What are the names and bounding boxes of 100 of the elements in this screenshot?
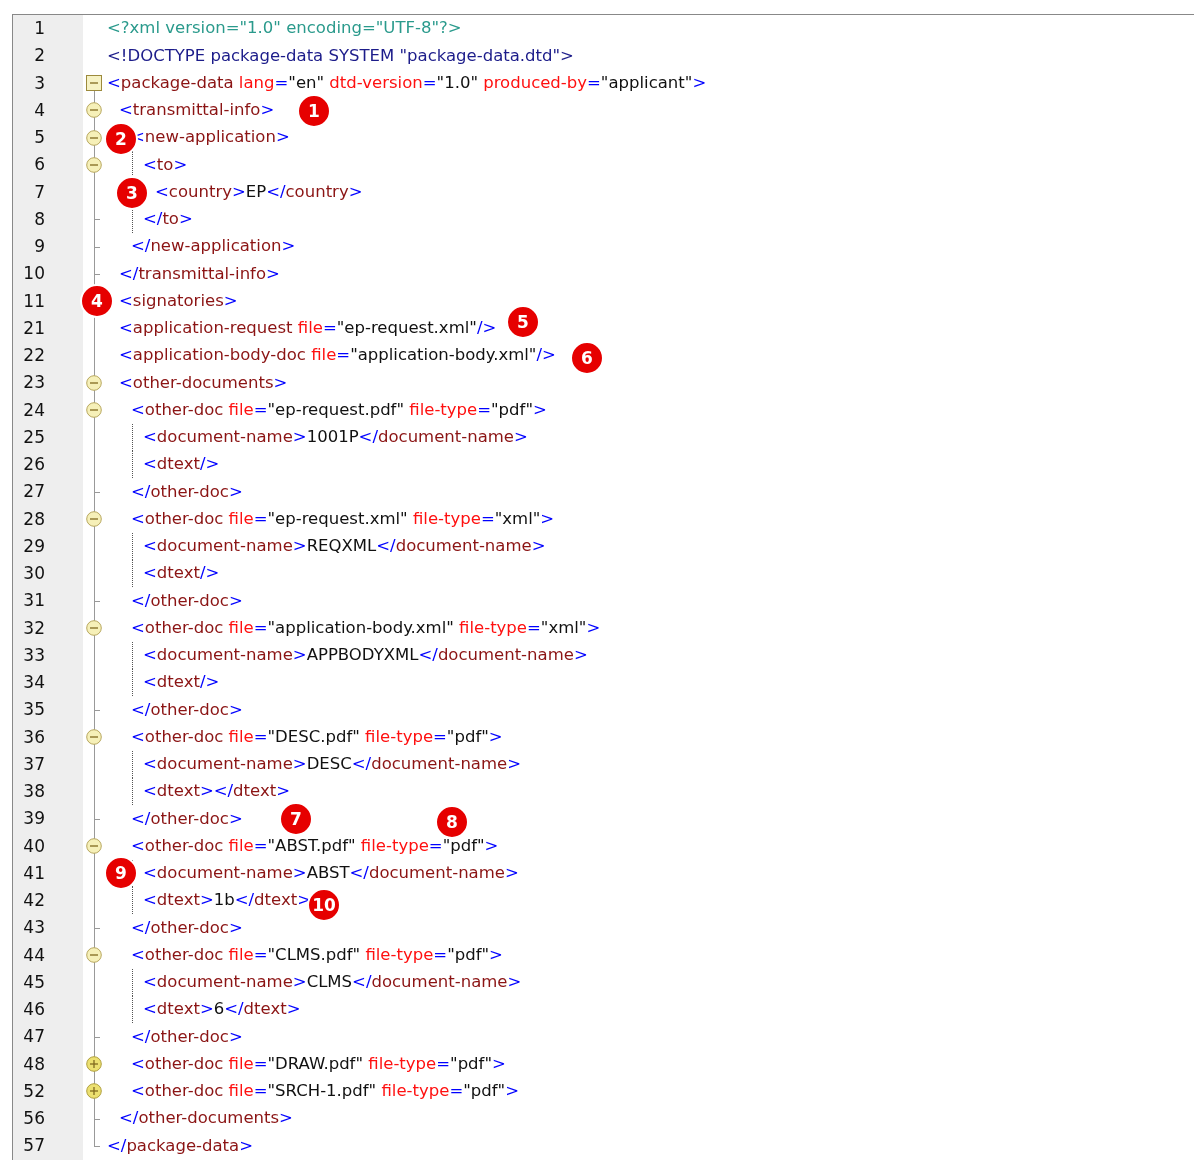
code-line: </other-doc> <box>131 701 243 719</box>
line-number: 4 <box>34 101 45 119</box>
code-line: <document-name>1001P</document-name> <box>143 429 528 446</box>
line-number: 52 <box>23 1082 45 1100</box>
line-number: 1 <box>34 20 45 38</box>
code-line: <dtext></dtext> <box>143 783 290 800</box>
line-number: 8 <box>34 210 45 228</box>
number-marker: 5 <box>506 305 540 340</box>
code-line: <document-name>REQXML</document-name> <box>143 538 546 555</box>
code-line: </to> <box>143 211 193 228</box>
line-number: 28 <box>23 510 45 528</box>
line-number: 48 <box>23 1055 45 1073</box>
line-number: 38 <box>23 783 45 801</box>
code-line: <other-doc file="ABST.pdf" file-type="pdf"> <box>131 837 499 855</box>
code-line: <document-name>DESC</document-name> <box>143 756 521 773</box>
line-number: 26 <box>23 456 45 474</box>
expand-icon[interactable] <box>86 1083 102 1100</box>
line-number: 25 <box>23 428 45 446</box>
line-number: 39 <box>23 810 45 828</box>
line-number: 27 <box>23 483 45 501</box>
collapse-icon[interactable] <box>86 838 102 855</box>
line-number: 32 <box>23 619 45 637</box>
line-number: 22 <box>23 347 45 365</box>
collapse-icon[interactable] <box>86 75 102 92</box>
line-number: 45 <box>23 973 45 991</box>
collapse-icon[interactable] <box>86 156 102 173</box>
code-line: </other-doc> <box>131 1028 243 1046</box>
code-line: </package-data> <box>107 1137 253 1155</box>
code-line: <other-doc file="ep-request.pdf" file-type="pdf"> <box>131 401 547 419</box>
number-marker: 4 <box>80 284 114 319</box>
line-number: 44 <box>23 946 45 964</box>
code-line: <application-body-doc file="application-body.xml"/> <box>119 347 556 364</box>
expand-icon[interactable] <box>86 1056 102 1073</box>
code-line: </new-application> <box>131 238 296 255</box>
number-marker: 8 <box>435 804 469 839</box>
collapse-icon[interactable] <box>86 374 102 391</box>
line-number: 56 <box>23 1110 45 1128</box>
line-number: 40 <box>23 837 45 855</box>
line-number: 43 <box>23 919 45 937</box>
line-number: 24 <box>23 401 45 419</box>
line-number: 23 <box>23 374 45 392</box>
code-line: <other-doc file="DRAW.pdf" file-type="pdf"> <box>131 1055 506 1073</box>
code-line: </other-doc> <box>131 483 243 501</box>
line-number: 35 <box>23 701 45 719</box>
code-line: </other-documents> <box>119 1110 293 1127</box>
code-line: <transmittal-info> <box>119 102 275 119</box>
code-line: <dtext>6</dtext> <box>143 1001 301 1018</box>
collapse-icon[interactable] <box>86 102 102 119</box>
line-number: 7 <box>34 183 45 201</box>
number-marker: 10 <box>307 887 341 922</box>
line-number: 46 <box>23 1001 45 1019</box>
code-line: <to> <box>143 156 188 174</box>
code-line: </transmittal-info> <box>119 265 280 283</box>
line-number: 41 <box>23 864 45 882</box>
line-number: 37 <box>23 755 45 773</box>
line-number: 31 <box>23 592 45 610</box>
line-number: 10 <box>23 265 45 283</box>
code-line: <dtext/> <box>143 565 220 582</box>
line-number: 11 <box>23 292 45 310</box>
line-number: 21 <box>23 319 45 337</box>
line-number: 42 <box>23 892 45 910</box>
line-number: 29 <box>23 537 45 555</box>
code-line: <other-doc file="application-body.xml" file-type="xml"> <box>131 619 601 637</box>
number-marker: 1 <box>297 94 331 129</box>
collapse-icon[interactable] <box>86 511 102 528</box>
collapse-icon[interactable] <box>86 947 102 964</box>
collapse-icon[interactable] <box>86 729 102 746</box>
line-number: 57 <box>23 1137 45 1155</box>
line-number: 3 <box>34 74 45 92</box>
code-line: <document-name>CLMS</document-name> <box>143 974 522 991</box>
collapse-icon[interactable] <box>86 129 102 146</box>
line-number: 5 <box>34 129 45 147</box>
line-number: 6 <box>34 156 45 174</box>
number-marker: 6 <box>570 340 604 375</box>
line-number: 47 <box>23 1028 45 1046</box>
line-number: 36 <box>23 728 45 746</box>
code-line: <other-doc file="CLMS.pdf" file-type="pdf"> <box>131 946 503 964</box>
code-line: <other-doc file="DESC.pdf" file-type="pdf"> <box>131 728 503 746</box>
code-line: <application-request file="ep-request.xml"/> <box>119 320 497 337</box>
line-number: 9 <box>34 238 45 256</box>
code-line: <package-data lang="en" dtd-version="1.0" produced-by="applicant"> <box>107 74 707 92</box>
code-line: <signatories> <box>119 292 238 310</box>
code-line: <dtext/> <box>143 456 220 473</box>
code-line: <document-name>ABST</document-name> <box>143 865 519 882</box>
collapse-icon[interactable] <box>86 620 102 637</box>
code-line: <dtext/> <box>143 674 220 691</box>
code-line: </other-doc> <box>131 592 243 610</box>
number-marker: 9 <box>104 856 138 891</box>
code-line: <document-name>APPBODYXML</document-name> <box>143 647 588 664</box>
code-line: <other-doc file="SRCH-1.pdf" file-type="pdf"> <box>131 1083 519 1100</box>
line-number: 34 <box>23 674 45 692</box>
code-line: <country>EP</country> <box>155 183 363 201</box>
line-number: 33 <box>23 646 45 664</box>
line-number: 2 <box>34 47 45 65</box>
collapse-icon[interactable] <box>86 402 102 419</box>
code-line: <other-documents> <box>119 374 288 392</box>
line-number: 30 <box>23 565 45 583</box>
number-marker: 2 <box>104 121 138 156</box>
number-marker: 7 <box>279 801 313 836</box>
code-line: </other-doc> <box>131 810 243 828</box>
